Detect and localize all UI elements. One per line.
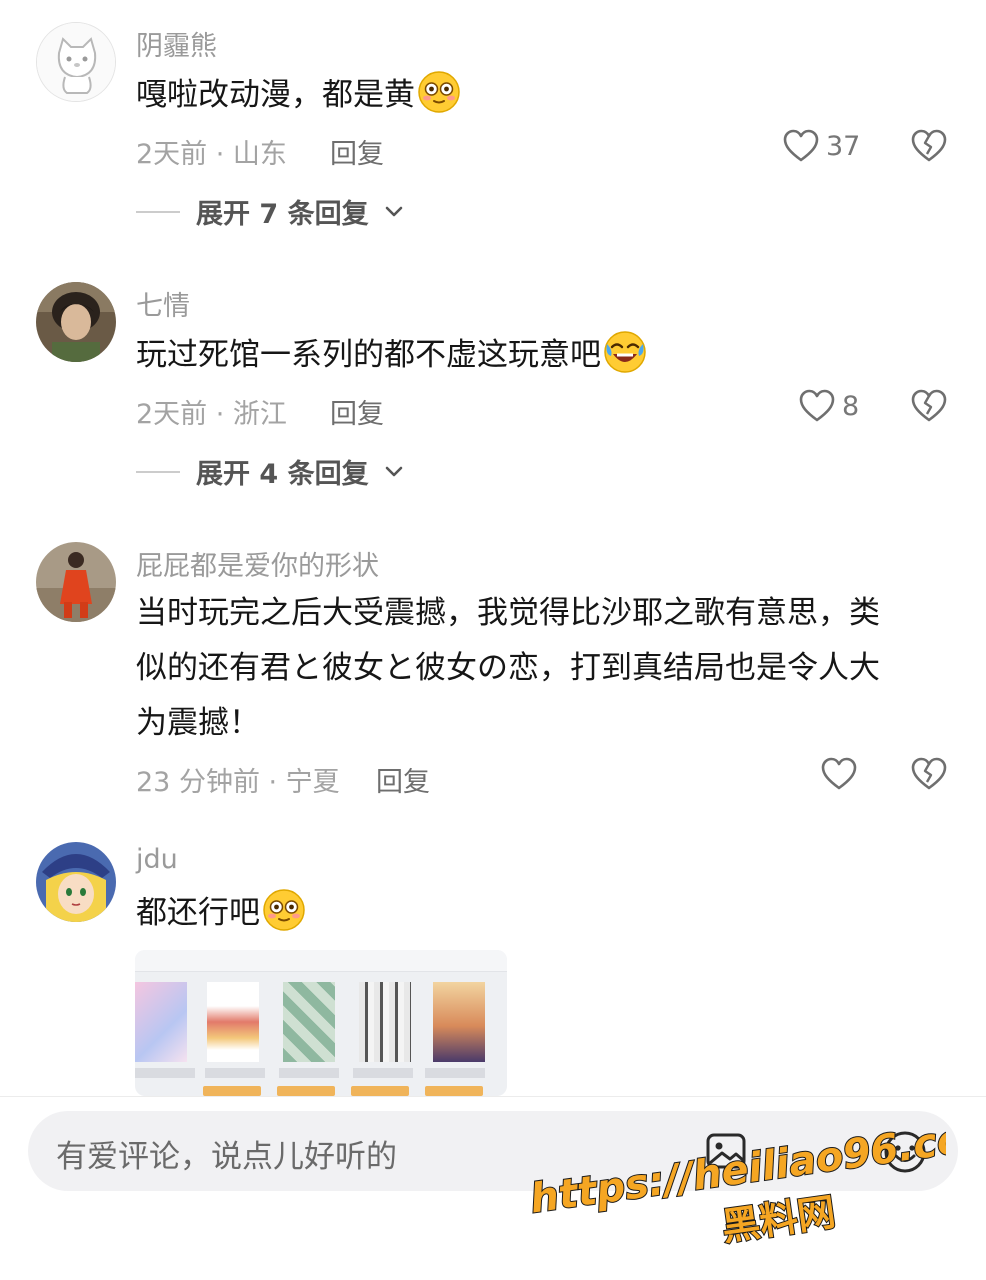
username[interactable]: 屁屁都是爱你的形状: [136, 544, 379, 583]
username[interactable]: jdu: [136, 844, 178, 875]
heart-icon: [799, 389, 835, 422]
chevron-down-icon: [385, 206, 402, 216]
like-button[interactable]: 8: [798, 388, 859, 424]
attachment-caption: [425, 1068, 485, 1078]
cat-avatar-icon: [37, 23, 115, 101]
heart-icon: [821, 757, 857, 790]
attachment-thumbnail: [135, 982, 187, 1062]
like-count: 8: [842, 390, 860, 422]
avatar[interactable]: [36, 542, 116, 622]
dislike-button[interactable]: [910, 756, 948, 796]
comment-text-body: 玩过死馆一系列的都不虚这玩意吧: [136, 337, 601, 373]
expand-replies-button[interactable]: 展开 4 条回复: [136, 452, 403, 491]
broken-heart-icon: [911, 389, 947, 422]
attachment-caption: [279, 1068, 339, 1078]
expand-replies-label: 展开 7 条回复: [196, 199, 369, 230]
comment-text: 嘎啦改动漫，都是黄: [136, 68, 936, 123]
flushed-face-emoji-icon: [418, 71, 460, 113]
expand-divider: [136, 210, 180, 213]
comment-meta: 2天前 · 山东: [136, 139, 287, 170]
attachment-thumbnail: [359, 982, 411, 1062]
attachment-caption: [135, 1068, 195, 1078]
comment-text-line: 当时玩完之后大受震撼，我觉得比沙耶之歌有意思，类: [136, 595, 880, 631]
flushed-face-emoji-icon: [263, 889, 305, 931]
anime-character-avatar-icon: [36, 842, 116, 922]
comment-input-placeholder: 有爱评论，说点儿好听的: [56, 1139, 397, 1175]
person-photo-avatar-icon: [36, 282, 116, 362]
comment-image-attachment[interactable]: [135, 950, 507, 1096]
reply-button[interactable]: 回复: [376, 760, 430, 799]
attachment-thumbnail: [207, 982, 259, 1062]
dislike-button[interactable]: [910, 128, 948, 168]
attachment-toolbar: [135, 950, 507, 972]
comment-text-line: 为震撼！: [136, 705, 260, 741]
comment-meta: 23 分钟前 · 宁夏: [136, 767, 340, 798]
heart-icon: [783, 129, 819, 162]
comment-meta: 2天前 · 浙江: [136, 399, 287, 430]
comment-text-body: 都还行吧: [136, 895, 260, 931]
person-photo-avatar-icon: [36, 542, 116, 622]
attachment-button: [277, 1086, 335, 1096]
avatar[interactable]: [36, 282, 116, 362]
comment-text-body: 嘎啦改动漫，都是黄: [136, 77, 415, 113]
attachment-button: [425, 1086, 483, 1096]
avatar[interactable]: [36, 22, 116, 102]
watermark-logo: https://heiliao96.com 黑料网: [526, 1112, 946, 1250]
attachment-thumbnail: [433, 982, 485, 1062]
comment-text-line: 似的还有君と彼女と彼女の恋，打到真结局也是令人大: [136, 650, 880, 686]
expand-replies-label: 展开 4 条回复: [196, 459, 369, 490]
watermark-site-text: 黑料网: [719, 1190, 838, 1249]
comment-text: 都还行吧: [136, 886, 936, 941]
broken-heart-icon: [911, 129, 947, 162]
avatar[interactable]: [36, 842, 116, 922]
attachment-thumbnail: [283, 982, 335, 1062]
attachment-caption: [353, 1068, 413, 1078]
expand-divider: [136, 470, 180, 473]
username[interactable]: 阴霾熊: [136, 24, 217, 63]
attachment-button: [351, 1086, 409, 1096]
chevron-down-icon: [385, 466, 402, 476]
broken-heart-icon: [911, 757, 947, 790]
username[interactable]: 七情: [136, 284, 190, 323]
like-count: 37: [826, 130, 861, 162]
attachment-caption: [205, 1068, 265, 1078]
dislike-button[interactable]: [910, 388, 948, 428]
like-button[interactable]: [820, 756, 858, 792]
comment-text: 当时玩完之后大受震撼，我觉得比沙耶之歌有意思，类 似的还有君と彼女と彼女の恋，打…: [136, 586, 936, 751]
like-button[interactable]: 37: [782, 128, 860, 164]
attachment-button: [203, 1086, 261, 1096]
expand-replies-button[interactable]: 展开 7 条回复: [136, 192, 403, 231]
comment-text: 玩过死馆一系列的都不虚这玩意吧: [136, 328, 936, 383]
laughing-crying-emoji-icon: [604, 331, 646, 373]
reply-button[interactable]: 回复: [330, 132, 384, 171]
reply-button[interactable]: 回复: [330, 392, 384, 431]
